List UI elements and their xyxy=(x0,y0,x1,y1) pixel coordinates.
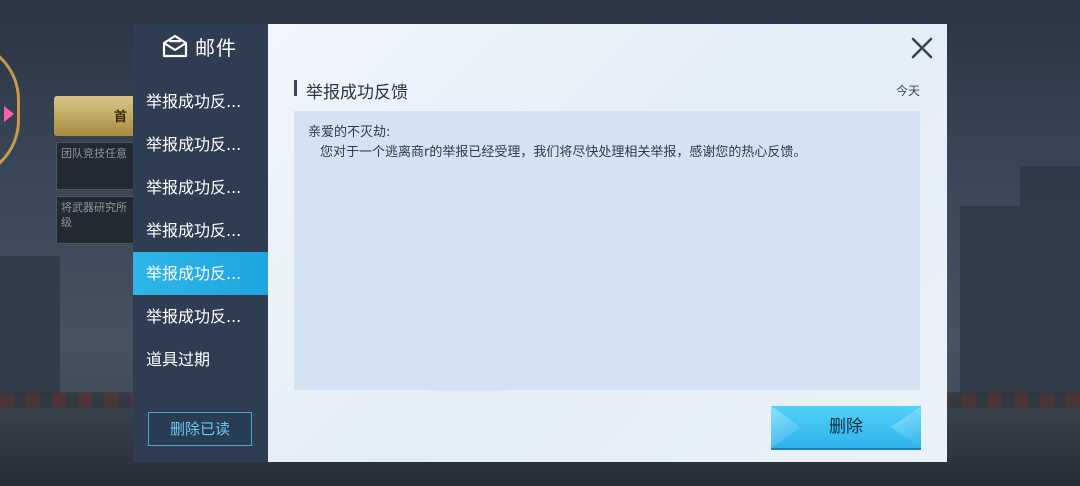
background-badge-text: 首 xyxy=(114,110,128,125)
mail-list-item[interactable]: 举报成功反... xyxy=(133,80,269,123)
message-title: 举报成功反馈 xyxy=(306,83,408,103)
mail-item-label: 道具过期 xyxy=(146,350,211,369)
mail-list-item[interactable]: 举报成功反... xyxy=(133,209,269,252)
delete-read-button[interactable]: 删除已读 xyxy=(148,412,252,446)
background-task-card: 团队竞技任意 xyxy=(56,142,140,190)
sidebar-header: 邮件 xyxy=(133,24,269,68)
mail-list-item[interactable]: 举报成功反... xyxy=(133,123,269,166)
message-panel: 举报成功反馈 今天 亲爱的不灭劫: 您对于一个逃离商r的举报已经受理，我们将尽快… xyxy=(268,24,947,462)
mail-item-label: 举报成功反... xyxy=(146,307,242,326)
message-greeting: 亲爱的不灭劫: xyxy=(308,125,391,140)
mail-item-label: 举报成功反... xyxy=(146,92,242,111)
delete-button[interactable]: 删除 xyxy=(771,406,921,448)
background-badge xyxy=(54,96,140,136)
background-task-card: 将武器研究所 级 xyxy=(56,196,140,244)
mail-item-label: 举报成功反... xyxy=(146,221,242,240)
mail-list-item-selected[interactable]: 举报成功反... xyxy=(133,252,269,295)
sidebar-title: 邮件 xyxy=(195,36,237,60)
mail-list: 举报成功反... 举报成功反... 举报成功反... 举报成功反... 举报成功… xyxy=(133,80,269,381)
mail-list-item[interactable]: 举报成功反... xyxy=(133,295,269,338)
close-icon[interactable] xyxy=(910,36,934,60)
mail-item-label: 举报成功反... xyxy=(146,178,242,197)
message-body: 亲爱的不灭劫: 您对于一个逃离商r的举报已经受理，我们将尽快处理相关举报，感谢您… xyxy=(294,111,920,390)
message-date: 今天 xyxy=(896,84,921,98)
mail-list-item[interactable]: 举报成功反... xyxy=(133,166,269,209)
mail-item-label: 举报成功反... xyxy=(146,264,242,283)
mail-item-label: 举报成功反... xyxy=(146,135,242,154)
mail-icon xyxy=(162,34,188,58)
background-arrow-icon xyxy=(4,106,14,122)
mail-sidebar: 邮件 举报成功反... 举报成功反... 举报成功反... 举报成功反... 举… xyxy=(133,24,269,462)
message-text: 您对于一个逃离商r的举报已经受理，我们将尽快处理相关举报，感谢您的热心反馈。 xyxy=(320,145,807,160)
mail-list-item[interactable]: 道具过期 xyxy=(133,338,269,381)
title-accent-bar xyxy=(294,80,297,96)
background-building xyxy=(1020,166,1080,426)
